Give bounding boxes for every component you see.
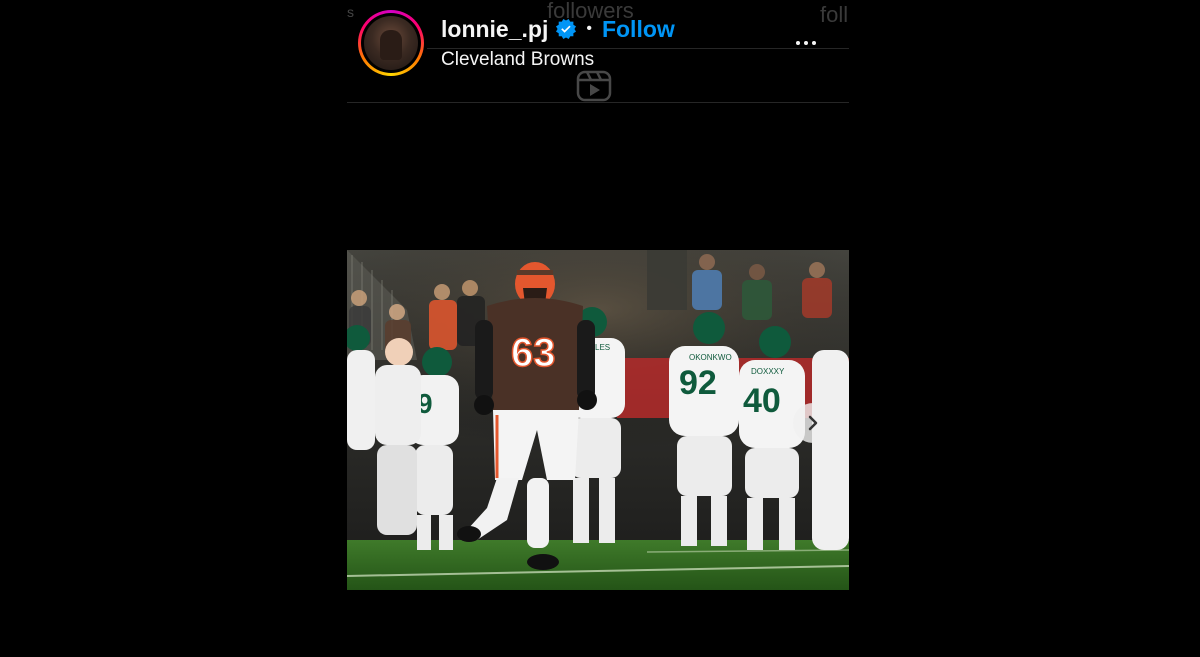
story-ring[interactable]	[358, 10, 424, 76]
location-link[interactable]: Cleveland Browns	[441, 49, 594, 71]
viewer-backdrop: s followers foll lonnie_.pj • Follow Cle…	[0, 0, 1200, 657]
jersey-name-okonkwo: OKONKWO	[689, 353, 732, 362]
separator-dot: •	[586, 20, 592, 37]
username-row: lonnie_.pj • Follow	[441, 12, 675, 46]
jersey-name-doxxxy: DOXXXY	[751, 367, 785, 376]
football-photo: 9 HOLES OKONKWO 92 DOXXXY 40 63	[347, 250, 849, 590]
post-modal: s followers foll lonnie_.pj • Follow Cle…	[347, 0, 849, 657]
avatar[interactable]	[364, 16, 418, 70]
post-photo[interactable]: 9 HOLES OKONKWO 92 DOXXXY 40 63	[347, 250, 849, 590]
next-photo-button[interactable]	[793, 403, 833, 443]
jersey-number-63: 63	[511, 331, 556, 375]
jersey-number-92: 92	[679, 364, 717, 402]
more-options-icon[interactable]	[791, 34, 821, 52]
verified-badge-icon	[556, 19, 577, 39]
reels-icon	[576, 70, 612, 102]
chevron-right-icon	[808, 415, 818, 431]
follow-button[interactable]: Follow	[602, 16, 675, 43]
jersey-number-40: 40	[743, 382, 781, 420]
username-link[interactable]: lonnie_.pj	[441, 16, 548, 43]
post-header: lonnie_.pj • Follow Cleveland Browns	[347, 0, 849, 103]
